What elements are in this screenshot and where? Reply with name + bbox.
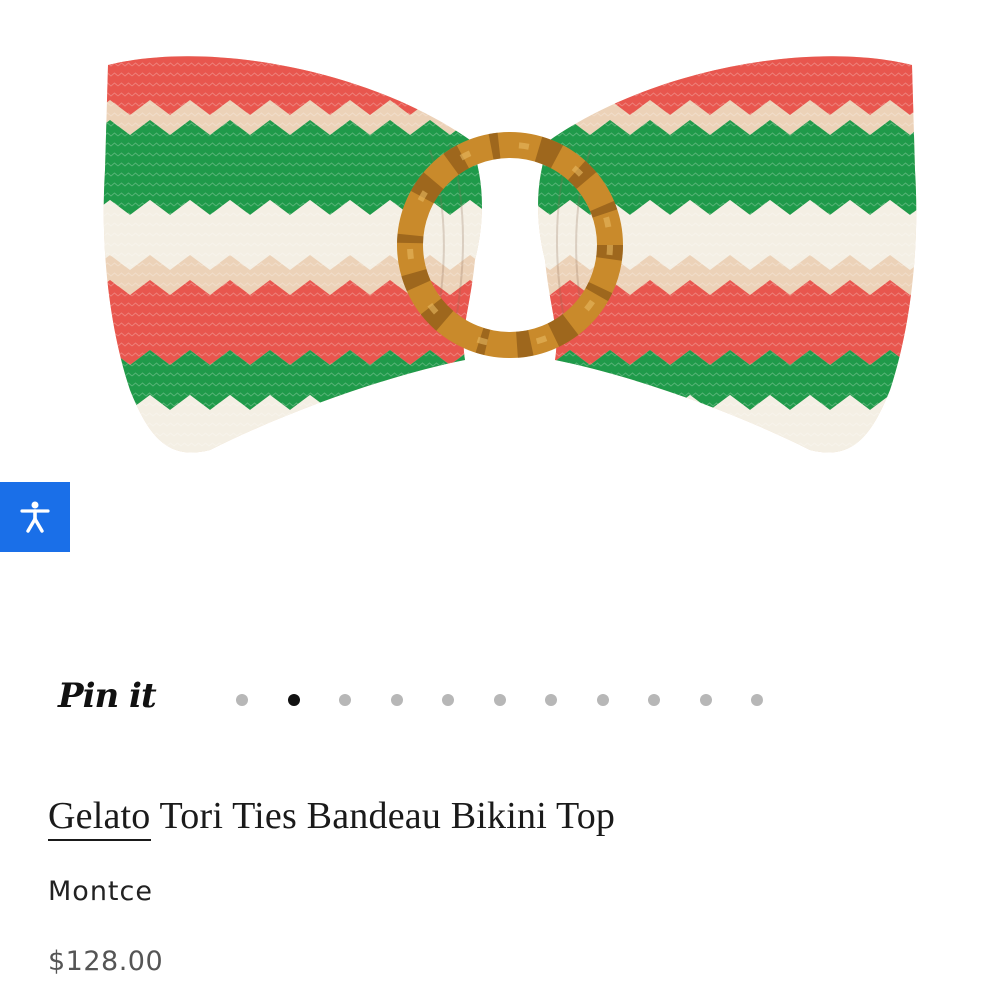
carousel-dot[interactable] (339, 694, 351, 706)
carousel-dot[interactable] (493, 694, 506, 706)
carousel-dot[interactable] (596, 694, 609, 706)
product-page: Pin it Gelato Tori Ties Bandeau Bikini T… (0, 0, 1000, 1000)
carousel-dot[interactable] (236, 694, 248, 706)
product-title-brand-link[interactable]: Gelato (48, 795, 151, 841)
product-image[interactable] (90, 30, 930, 470)
product-title: Gelato Tori Ties Bandeau Bikini Top (48, 794, 616, 841)
carousel-dot[interactable] (442, 694, 454, 706)
carousel-dot[interactable] (648, 694, 660, 706)
carousel-dot[interactable] (699, 694, 712, 706)
pin-it-button[interactable]: Pin it (58, 676, 157, 716)
accessibility-person-icon (20, 501, 50, 533)
carousel-dot[interactable] (751, 694, 763, 706)
carousel-dot[interactable] (287, 694, 300, 706)
product-vendor: Montce (48, 876, 153, 907)
carousel-dot[interactable] (390, 694, 403, 706)
accessibility-button[interactable] (0, 482, 70, 552)
carousel-pagination (236, 693, 803, 707)
product-title-name: Tori Ties Bandeau Bikini Top (150, 795, 616, 837)
product-price: $128.00 (48, 946, 164, 977)
carousel-dot[interactable] (545, 694, 557, 706)
right-panel (538, 56, 917, 453)
bikini-top-illustration (103, 56, 917, 453)
